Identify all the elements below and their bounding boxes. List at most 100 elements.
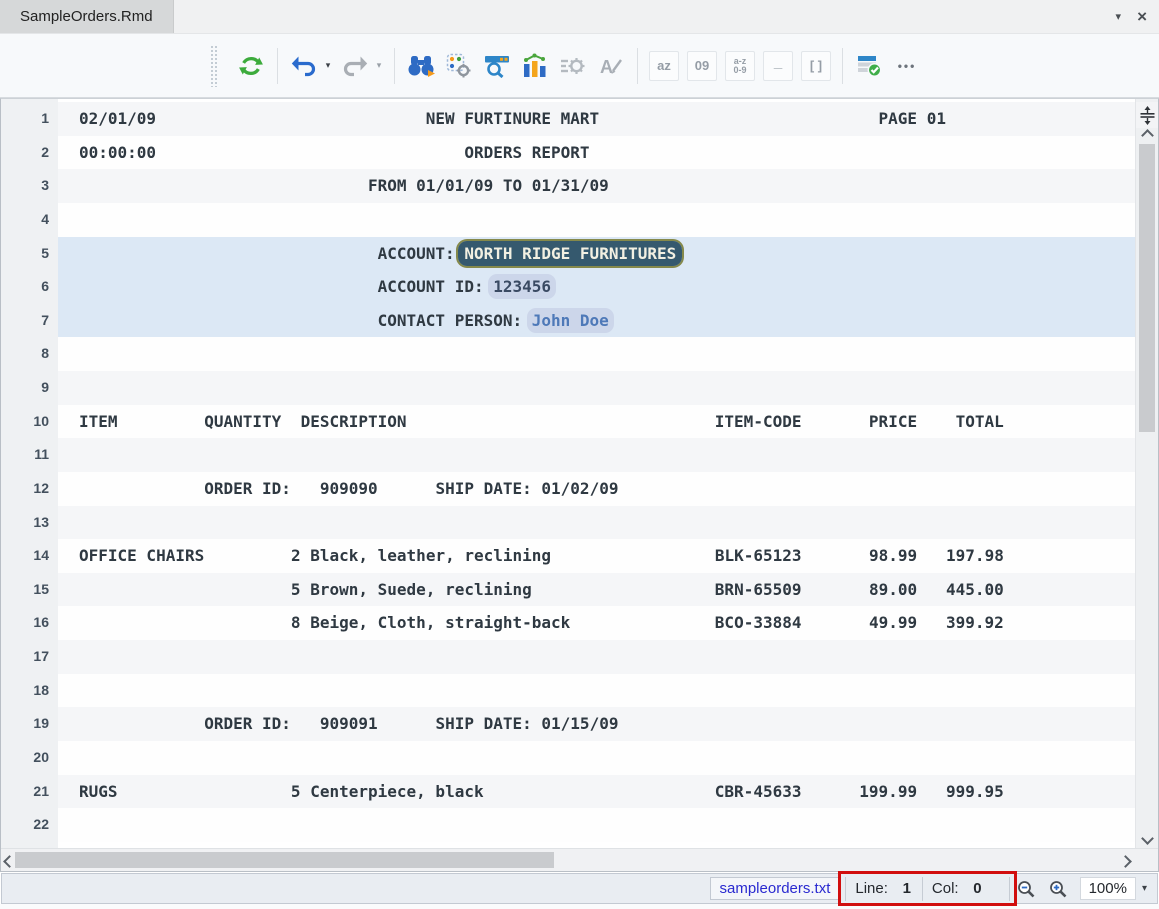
column-statistics-button[interactable] xyxy=(520,51,550,81)
line-number: 15 xyxy=(1,573,58,607)
report-line-text[interactable]: 02/01/09 NEW FURTINURE MART PAGE 01 xyxy=(58,102,1135,136)
report-line-text[interactable] xyxy=(58,371,1135,405)
report-line-13[interactable]: 13 xyxy=(1,506,1135,540)
alphanumeric-field-glyph: a-z 0-9 xyxy=(733,57,746,75)
report-line-text[interactable] xyxy=(58,203,1135,237)
toolbar-grip[interactable] xyxy=(210,45,218,87)
split-pane-handle[interactable] xyxy=(1136,102,1158,128)
report-line-text[interactable]: FROM 01/01/09 TO 01/31/09 xyxy=(58,169,1135,203)
account-name-field[interactable]: NORTH RIDGE FURNITURES xyxy=(458,241,682,266)
report-line-21[interactable]: 21RUGS 5 Centerpiece, black CBR-45633 19… xyxy=(1,775,1135,809)
report-line-19[interactable]: 19 ORDER ID: 909091 SHIP DATE: 01/15/09 xyxy=(1,707,1135,741)
refresh-button[interactable] xyxy=(236,51,266,81)
chevron-up-icon xyxy=(1141,129,1154,142)
report-line-11[interactable]: 11 xyxy=(1,438,1135,472)
scroll-left-button[interactable] xyxy=(5,853,14,871)
report-line-12[interactable]: 12 ORDER ID: 909090 SHIP DATE: 01/02/09 xyxy=(1,472,1135,506)
line-number: 7 xyxy=(1,304,58,338)
numeric-field-glyph: 09 xyxy=(695,58,709,73)
font-edit-icon: A xyxy=(598,54,624,78)
scroll-down-button[interactable] xyxy=(1136,834,1158,843)
report-line-text[interactable] xyxy=(58,741,1135,775)
accept-table-button[interactable] xyxy=(854,51,884,81)
find-button[interactable] xyxy=(406,51,436,81)
report-line-1[interactable]: 102/01/09 NEW FURTINURE MART PAGE 01 xyxy=(1,102,1135,136)
zoom-in-icon xyxy=(1049,880,1067,898)
report-line-text[interactable]: 8 Beige, Cloth, straight-back BCO-33884 … xyxy=(58,606,1135,640)
bar-chart-icon xyxy=(522,53,548,79)
undo-dropdown-icon[interactable]: ▾ xyxy=(321,60,335,71)
account-id-field[interactable]: 123456 xyxy=(488,274,556,299)
report-line-text[interactable] xyxy=(58,438,1135,472)
report-line-2[interactable]: 200:00:00 ORDERS REPORT xyxy=(1,136,1135,170)
tab-list-dropdown-icon[interactable]: ▾ xyxy=(1116,10,1122,23)
report-line-18[interactable]: 18 xyxy=(1,674,1135,708)
undo-button[interactable] xyxy=(289,51,319,81)
alpha-field-button[interactable]: az xyxy=(649,51,679,81)
report-line-text[interactable] xyxy=(58,674,1135,708)
report-line-6[interactable]: 6 ACCOUNT ID: 123456 xyxy=(1,270,1135,304)
report-line-20[interactable]: 20 xyxy=(1,741,1135,775)
report-line-14[interactable]: 14OFFICE CHAIRS 2 Black, leather, reclin… xyxy=(1,539,1135,573)
vertical-scrollbar[interactable] xyxy=(1135,99,1158,848)
report-line-text[interactable] xyxy=(58,640,1135,674)
report-line-text[interactable]: ACCOUNT: NORTH RIDGE FURNITURES xyxy=(58,237,1135,271)
alphanumeric-field-button[interactable]: a-z 0-9 xyxy=(725,51,755,81)
scroll-right-button[interactable] xyxy=(1121,853,1130,871)
report-line-text[interactable]: 00:00:00 ORDERS REPORT xyxy=(58,136,1135,170)
blank-field-button[interactable]: _ xyxy=(763,51,793,81)
zoom-level-value[interactable]: 100% xyxy=(1080,877,1136,900)
line-col-group: Line: 1 Col: 0 xyxy=(845,874,1009,903)
numeric-field-button[interactable]: 09 xyxy=(687,51,717,81)
chevron-right-icon xyxy=(1119,855,1132,868)
line-number: 16 xyxy=(1,606,58,640)
zoom-out-button[interactable] xyxy=(1017,880,1035,898)
report-line-text[interactable]: OFFICE CHAIRS 2 Black, leather, reclinin… xyxy=(58,539,1135,573)
tab-sampleorders[interactable]: SampleOrders.Rmd xyxy=(0,0,174,33)
svg-text:A: A xyxy=(600,57,613,77)
report-line-4[interactable]: 4 xyxy=(1,203,1135,237)
vertical-scroll-thumb[interactable] xyxy=(1139,144,1155,432)
auto-process-button[interactable] xyxy=(558,51,588,81)
edit-font-button[interactable]: A xyxy=(596,51,626,81)
report-line-text[interactable] xyxy=(58,808,1135,842)
close-tab-icon[interactable]: × xyxy=(1137,8,1147,25)
report-line-text[interactable]: ORDER ID: 909091 SHIP DATE: 01/15/09 xyxy=(58,707,1135,741)
zoom-in-button[interactable] xyxy=(1049,880,1067,898)
redo-dropdown-icon[interactable]: ▾ xyxy=(372,60,386,71)
report-line-text[interactable]: 5 Brown, Suede, reclining BRN-65509 89.0… xyxy=(58,573,1135,607)
table-check-icon xyxy=(856,53,882,79)
auto-define-fields-button[interactable] xyxy=(444,51,474,81)
zoom-dropdown-icon[interactable]: ▾ xyxy=(1142,883,1147,894)
report-line-text[interactable]: ORDER ID: 909090 SHIP DATE: 01/02/09 xyxy=(58,472,1135,506)
report-line-text[interactable]: ITEM QUANTITY DESCRIPTION ITEM-CODE PRIC… xyxy=(58,405,1135,439)
report-line-16[interactable]: 16 8 Beige, Cloth, straight-back BCO-338… xyxy=(1,606,1135,640)
horizontal-scrollbar[interactable] xyxy=(1,848,1158,871)
scroll-up-button[interactable] xyxy=(1136,131,1158,140)
report-line-text[interactable] xyxy=(58,337,1135,371)
line-number: 13 xyxy=(1,506,58,540)
report-line-text[interactable] xyxy=(58,506,1135,540)
tab-title: SampleOrders.Rmd xyxy=(20,8,153,25)
redo-button[interactable] xyxy=(340,51,370,81)
horizontal-scroll-thumb[interactable] xyxy=(15,852,554,868)
report-line-5[interactable]: 5 ACCOUNT: NORTH RIDGE FURNITURES xyxy=(1,237,1135,271)
report-line-7[interactable]: 7 CONTACT PERSON: John Doe xyxy=(1,304,1135,338)
report-line-9[interactable]: 9 xyxy=(1,371,1135,405)
report-line-3[interactable]: 3 FROM 01/01/09 TO 01/31/09 xyxy=(1,169,1135,203)
report-line-22[interactable]: 22 xyxy=(1,808,1135,842)
report-line-text[interactable]: RUGS 5 Centerpiece, black CBR-45633 199.… xyxy=(58,775,1135,809)
report-line-17[interactable]: 17 xyxy=(1,640,1135,674)
search-sample-button[interactable] xyxy=(482,51,512,81)
more-options-button[interactable]: ••• xyxy=(892,51,922,81)
report-line-15[interactable]: 15 5 Brown, Suede, reclining BRN-65509 8… xyxy=(1,573,1135,607)
bracket-field-button[interactable]: [ ] xyxy=(801,51,831,81)
report-line-10[interactable]: 10ITEM QUANTITY DESCRIPTION ITEM-CODE PR… xyxy=(1,405,1135,439)
report-editor[interactable]: 102/01/09 NEW FURTINURE MART PAGE 01200:… xyxy=(1,99,1158,848)
more-options-icon: ••• xyxy=(898,59,917,73)
report-line-8[interactable]: 8 xyxy=(1,337,1135,371)
report-line-text[interactable]: ACCOUNT ID: 123456 xyxy=(58,270,1135,304)
contact-person-field[interactable]: John Doe xyxy=(527,308,614,333)
source-file-link[interactable]: sampleorders.txt xyxy=(710,877,841,900)
report-line-text[interactable]: CONTACT PERSON: John Doe xyxy=(58,304,1135,338)
